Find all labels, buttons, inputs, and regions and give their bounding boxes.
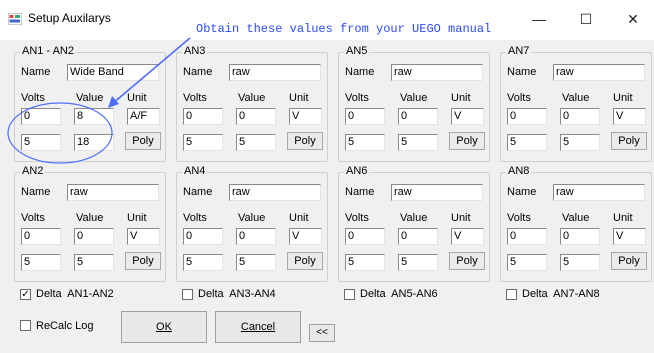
annotation-arrow-line xyxy=(111,37,191,105)
annotation-arrow-head xyxy=(108,96,119,108)
annotation-overlay xyxy=(7,37,191,164)
highlight-ellipse xyxy=(7,102,113,164)
